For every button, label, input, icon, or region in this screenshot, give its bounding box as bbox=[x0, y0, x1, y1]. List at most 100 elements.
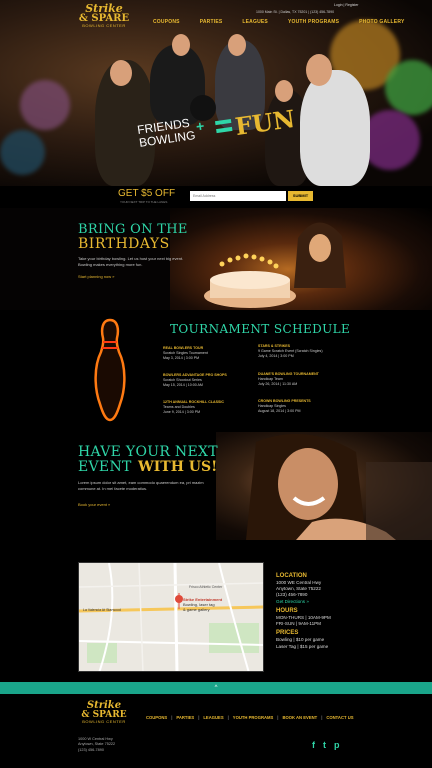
facebook-icon[interactable]: f bbox=[312, 740, 315, 750]
header-address: 1000 Main St. | Dallas, TX 75201 | (123)… bbox=[256, 10, 335, 14]
tournament-section: TOURNAMENT SCHEDULE REAL BOWLERS TOUR Sc… bbox=[0, 310, 432, 432]
hero-tagline: FRIENDS BOWLING + FUN bbox=[130, 104, 310, 158]
event-section: HAVE YOUR NEXT EVENT WITH US! Lorem ipsu… bbox=[0, 432, 432, 540]
brand-logo-line3: BOWLING CENTER bbox=[82, 23, 126, 28]
map-marker-label: Strike Entertainment Bowling, laser tag … bbox=[183, 597, 222, 613]
tournament-title: TOURNAMENT SCHEDULE bbox=[170, 322, 351, 336]
birthday-heading-2: BIRTHDAYS bbox=[78, 236, 170, 252]
book-event-link[interactable]: Book your event » bbox=[78, 502, 110, 507]
login-register-link[interactable]: Login | Register bbox=[334, 3, 358, 7]
tournament-event: REAL BOWLERS TOUR Scratch Singles Tourna… bbox=[163, 346, 253, 362]
tournament-event: BOWLERS ADVANTAGE PRO SHOPS Scratch Shoo… bbox=[163, 373, 253, 389]
event-date: July 4, 2014 | 3:00 PM bbox=[258, 354, 294, 359]
footer-logo-line3: BOWLING CENTER bbox=[82, 719, 126, 724]
promo-subtext: YOUR NEXT TRIP TO THE LANES bbox=[120, 200, 168, 204]
promo-signup: GET $5 OFF YOUR NEXT TRIP TO THE LANES S… bbox=[0, 186, 432, 208]
event-date: May 15, 2014 | 10:00 AM bbox=[163, 383, 203, 388]
start-planning-link[interactable]: Start planning now » bbox=[78, 274, 114, 279]
hero-friends-bowling: FRIENDS BOWLING bbox=[136, 116, 196, 150]
nav-coupons[interactable]: COUPONS bbox=[153, 19, 180, 25]
woman-laughing-illustration bbox=[246, 434, 432, 540]
get-directions-link[interactable]: Get Directions » bbox=[276, 599, 331, 605]
event-detail: Handicap Team bbox=[258, 377, 283, 382]
hero-banner bbox=[0, 0, 432, 186]
birthday-section: BRING ON THE BIRTHDAYS Take your birthda… bbox=[0, 208, 432, 310]
hours-heading: HOURS bbox=[276, 607, 298, 614]
social-links: f t p bbox=[312, 740, 340, 750]
map-label-center: Frisco Athletic Center bbox=[189, 585, 223, 589]
event-detail: Scratch Shootout Series bbox=[163, 378, 202, 383]
footer-address-2: Anytown, State 75222 bbox=[78, 742, 116, 747]
person-face bbox=[228, 34, 246, 56]
event-detail: Handicap Singles bbox=[258, 404, 286, 409]
person-face bbox=[110, 60, 132, 86]
event-detail: Scratch Singles Tournament bbox=[163, 351, 208, 356]
footer-address: 1000 W Central Hwy Anytown, State 75222 … bbox=[78, 737, 115, 753]
back-to-top-bar: ^ bbox=[0, 682, 432, 694]
footer-nav-leagues[interactable]: LEAGUES bbox=[203, 715, 223, 720]
event-heading-2a: EVENT bbox=[78, 459, 132, 475]
birthday-photo bbox=[170, 208, 432, 310]
promo-heading: GET $5 OFF bbox=[118, 188, 176, 199]
map-graphic bbox=[79, 563, 263, 671]
birthday-heading-1: BRING ON THE bbox=[78, 222, 188, 237]
footer: Strike & SPARE BOWLING CENTER 1000 W Cen… bbox=[0, 694, 432, 768]
map-label-street: La Valencia At Starwood bbox=[83, 608, 121, 612]
nav-parties[interactable]: PARTIES bbox=[200, 19, 223, 25]
footer-logo[interactable]: Strike & SPARE BOWLING CENTER bbox=[78, 701, 130, 724]
event-detail: Teams and Doubles bbox=[163, 405, 195, 410]
event-photo bbox=[216, 432, 432, 540]
birthday-text: Take your birthday bowling. Let us host … bbox=[78, 256, 184, 267]
footer-nav-youth-programs[interactable]: YOUTH PROGRAMS bbox=[233, 715, 273, 720]
bokeh-light bbox=[0, 130, 45, 175]
event-date: July 26, 2014 | 11:30 AM bbox=[258, 382, 298, 387]
main-nav: COUPONS PARTIES LEAGUES YOUTH PROGRAMS P… bbox=[153, 19, 405, 25]
equals-icon bbox=[214, 118, 233, 137]
event-heading-1: HAVE YOUR NEXT bbox=[78, 444, 218, 460]
event-detail: 9 Game Scratch Event (Scratch Singles) bbox=[258, 349, 323, 354]
event-date: June 9, 2014 | 3:00 PM bbox=[163, 410, 201, 415]
event-heading-2b: WITH US! bbox=[138, 459, 218, 475]
person-face bbox=[275, 80, 293, 102]
location-section: Strike Entertainment Bowling, laser tag … bbox=[0, 540, 432, 682]
footer-nav-parties[interactable]: PARTIES bbox=[176, 715, 194, 720]
location-heading: LOCATION bbox=[276, 573, 307, 579]
map-marker-sub2: & game gallery bbox=[183, 607, 210, 613]
person-face bbox=[306, 54, 332, 86]
footer-nav: COUPONS | PARTIES | LEAGUES | YOUTH PROGRAM… bbox=[146, 715, 354, 720]
location-map[interactable]: Strike Entertainment Bowling, laser tag … bbox=[78, 562, 264, 672]
tournament-event: 12TH ANNUAL ROCKHILL CLASSIC Teams and D… bbox=[163, 400, 253, 416]
nav-photo-gallery[interactable]: PHOTO GALLERY bbox=[359, 19, 404, 25]
price-laser-tag: Laser Tag | $15 per game bbox=[276, 643, 329, 649]
birthday-cake-illustration bbox=[204, 222, 346, 308]
event-date: May 3, 2014 | 3:00 PM bbox=[163, 356, 200, 361]
tournament-event: DUANE'S BOWLING TOURNAMENT Handicap Team… bbox=[258, 372, 348, 388]
submit-button[interactable]: SUBMIT bbox=[288, 191, 313, 201]
email-field[interactable] bbox=[190, 191, 286, 201]
twitter-icon[interactable]: t bbox=[323, 740, 326, 750]
price-bowling: Bowling | $10 per game bbox=[276, 637, 325, 643]
chevron-up-icon[interactable]: ^ bbox=[208, 685, 224, 691]
footer-nav-book-an-event[interactable]: BOOK AN EVENT bbox=[282, 715, 317, 720]
nav-youth-programs[interactable]: YOUTH PROGRAMS bbox=[288, 19, 339, 25]
location-info: LOCATION 1000 WE Central Hwy Anytown, St… bbox=[276, 570, 331, 650]
tournament-event: CROWN BOWLING PRESENTS Handicap Singles … bbox=[258, 399, 348, 415]
hours-weekend: FRI-SUN | 9AM-11PM bbox=[276, 621, 322, 627]
person-photo bbox=[300, 70, 370, 186]
bowling-pin-icon bbox=[94, 318, 126, 422]
hero-fun-text: FUN bbox=[233, 103, 297, 142]
plus-icon: + bbox=[194, 117, 206, 135]
bokeh-light bbox=[20, 80, 70, 130]
brand-logo[interactable]: Strike & SPARE BOWLING CENTER bbox=[78, 3, 130, 33]
nav-leagues[interactable]: LEAGUES bbox=[242, 19, 268, 25]
bokeh-light bbox=[385, 60, 432, 115]
tournament-event: STARS & STRIKES 9 Game Scratch Event (Sc… bbox=[258, 344, 348, 360]
footer-phone: (123) 456-7890 bbox=[78, 747, 104, 752]
footer-nav-coupons[interactable]: COUPONS bbox=[146, 715, 167, 720]
event-text: Lorem ipsum dolor sit amet, eam commodo … bbox=[78, 480, 204, 491]
prices-heading: PRICES bbox=[276, 630, 299, 637]
pinterest-icon[interactable]: p bbox=[334, 740, 340, 750]
event-date: August 18, 2014 | 3:00 PM bbox=[258, 409, 301, 414]
footer-nav-contact-us[interactable]: CONTACT US bbox=[326, 715, 353, 720]
person-face bbox=[172, 34, 190, 56]
